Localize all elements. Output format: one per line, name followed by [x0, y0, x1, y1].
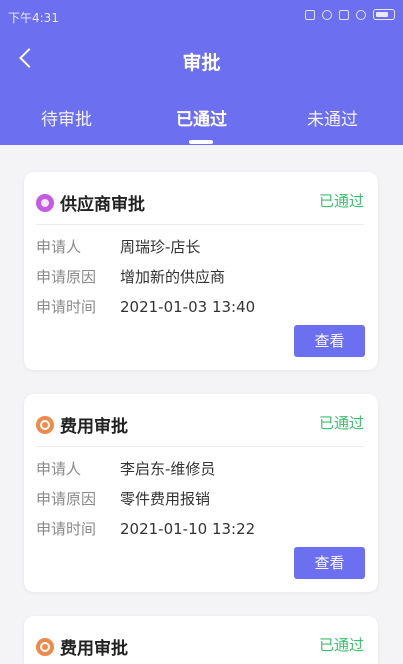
- card-title: 供应商审批: [60, 195, 145, 215]
- view-button[interactable]: 查看: [294, 325, 365, 357]
- applicant-value: 李启东-维修员: [120, 460, 216, 478]
- status-badge: 已通过: [318, 192, 364, 210]
- reason-label: 申请原因: [36, 490, 97, 508]
- status-badge: 已通过: [318, 636, 364, 654]
- applicant-value: 周瑞珍-店长: [120, 238, 201, 256]
- app-header: 下午4:31 审批 待审批 已通过 未通过: [0, 0, 403, 145]
- divider: [36, 446, 364, 447]
- time-label: 申请时间: [36, 298, 97, 316]
- time-row: 申请时间 2021-01-10 13:22: [36, 518, 255, 539]
- card-title: 费用审批: [60, 417, 128, 437]
- bluetooth-icon: [305, 9, 315, 20]
- reason-row: 申请原因 零件费用报销: [36, 488, 210, 509]
- applicant-label: 申请人: [36, 238, 82, 256]
- time-row: 申请时间 2021-01-03 13:40: [36, 296, 255, 317]
- active-tab-indicator: [189, 140, 213, 144]
- reason-value: 零件费用报销: [120, 490, 211, 508]
- reason-row: 申请原因 增加新的供应商: [36, 266, 225, 287]
- divider: [36, 224, 364, 225]
- view-button[interactable]: 查看: [294, 547, 365, 579]
- sim-icon: [339, 9, 349, 20]
- tab-bar: 待审批 已通过 未通过: [0, 100, 403, 145]
- applicant-row: 申请人 李启东-维修员: [36, 458, 215, 479]
- tab-rejected[interactable]: 未通过: [307, 105, 358, 130]
- card-header: 费用审批: [36, 412, 128, 437]
- time-value: 2021-01-10 13:22: [120, 520, 256, 538]
- expense-icon: [36, 637, 54, 656]
- card-header: 供应商审批: [36, 190, 145, 215]
- expense-icon: [36, 415, 54, 434]
- status-bar: 下午4:31: [0, 0, 403, 34]
- applicant-row: 申请人 周瑞珍-店长: [36, 236, 200, 257]
- status-badge: 已通过: [318, 414, 364, 432]
- approval-card[interactable]: 费用审批 已通过 申请人 李启东-维修员 申请原因 零件费用报销 申请时间 2021-…: [24, 394, 378, 592]
- approval-card[interactable]: 供应商审批 已通过 申请人 周瑞珍-店长 申请原因 增加新的供应商 申请时间 2021…: [24, 172, 378, 370]
- status-time: 下午4:31: [8, 11, 59, 25]
- approval-card[interactable]: 费用审批 已通过: [24, 616, 378, 664]
- time-label: 申请时间: [36, 520, 97, 538]
- wifi-icon: [356, 9, 366, 20]
- applicant-label: 申请人: [36, 460, 82, 478]
- tab-approved[interactable]: 已通过: [176, 105, 227, 130]
- card-title: 费用审批: [60, 639, 128, 659]
- time-value: 2021-01-03 13:40: [120, 298, 256, 316]
- alarm-icon: [322, 9, 332, 20]
- reason-label: 申请原因: [36, 268, 97, 286]
- battery-icon: [373, 9, 395, 20]
- status-icons: [305, 9, 395, 20]
- tab-pending[interactable]: 待审批: [41, 105, 92, 130]
- reason-value: 增加新的供应商: [120, 268, 226, 286]
- page-title: 审批: [182, 52, 221, 74]
- supplier-icon: [36, 193, 54, 212]
- card-header: 费用审批: [36, 634, 128, 659]
